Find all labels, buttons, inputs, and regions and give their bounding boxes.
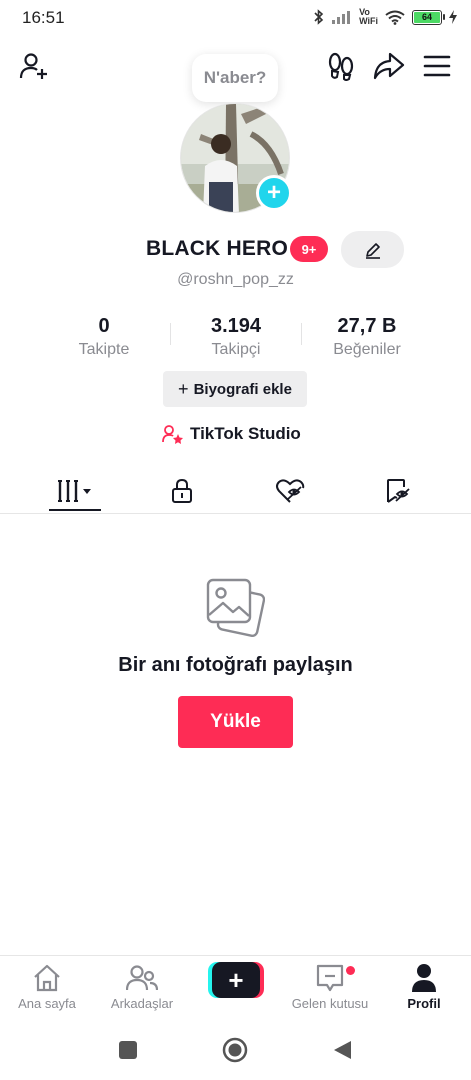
nav-label: Ana sayfa — [18, 996, 76, 1011]
add-avatar-icon[interactable]: + — [256, 175, 292, 211]
bottom-nav: Ana sayfa Arkadaşlar + Gelen kutusu Prof… — [0, 955, 471, 1017]
create-button[interactable]: + — [208, 962, 264, 998]
nav-label: Arkadaşlar — [110, 996, 174, 1011]
network-type: Vo WiFi — [359, 8, 378, 26]
status-time: 16:51 — [22, 8, 65, 27]
wifi-icon — [385, 10, 405, 25]
recents-icon[interactable] — [115, 1037, 141, 1063]
footprint-icon[interactable] — [325, 50, 357, 82]
tab-videos[interactable] — [45, 468, 105, 514]
back-icon[interactable] — [329, 1037, 355, 1063]
nav-label: Profil — [407, 996, 441, 1011]
friends-icon — [95, 962, 189, 994]
nav-inbox[interactable]: Gelen kutusu — [283, 962, 377, 1011]
battery-level: 64 — [414, 11, 440, 23]
stat-label: Takipçi — [211, 341, 261, 358]
saved-hidden-icon — [387, 479, 410, 503]
notification-badge[interactable]: 9+ — [290, 236, 328, 262]
nav-profile[interactable]: Profil — [377, 962, 471, 1011]
empty-state-title: Bir anı fotoğrafı paylaşın — [118, 654, 353, 676]
battery-icon: 64 — [412, 9, 445, 25]
system-nav-bar — [0, 1017, 471, 1080]
note-bubble[interactable]: N'aber? — [192, 54, 278, 102]
studio-icon — [162, 425, 183, 444]
stat-following[interactable]: 0 Takipte — [44, 315, 164, 359]
stat-value: 27,7 B — [337, 315, 397, 337]
plus-icon: + — [178, 378, 189, 399]
share-icon[interactable] — [373, 50, 405, 82]
videos-grid-icon — [58, 480, 91, 502]
inbox-icon — [283, 962, 377, 994]
stat-likes[interactable]: 27,7 B Beğeniler — [307, 315, 427, 359]
network-label-bottom: WiFi — [359, 16, 378, 26]
add-bio-button[interactable]: + Biyografi ekle — [163, 371, 307, 407]
pencil-icon — [365, 242, 380, 259]
display-name: BLACK HERO — [146, 237, 288, 260]
menu-icon[interactable] — [421, 50, 453, 82]
system-home-icon[interactable] — [222, 1037, 248, 1063]
nav-label: Gelen kutusu — [291, 996, 369, 1011]
tiktok-studio-link[interactable]: TikTok Studio — [162, 424, 301, 444]
upload-button[interactable]: Yükle — [178, 696, 293, 748]
charging-icon — [449, 10, 457, 24]
nav-home[interactable]: Ana sayfa — [0, 962, 94, 1011]
lock-icon — [172, 478, 192, 503]
status-bar: 16:51 Vo WiFi 64 — [0, 0, 471, 36]
profile-tabs — [0, 468, 471, 514]
tab-liked[interactable] — [260, 468, 320, 514]
stat-label: Takipte — [78, 341, 130, 358]
note-text: N'aber? — [203, 68, 267, 87]
add-friend-icon[interactable] — [18, 50, 50, 82]
stat-followers[interactable]: 3.194 Takipçi — [176, 315, 296, 359]
bluetooth-icon — [313, 9, 325, 25]
active-tab-indicator — [49, 509, 101, 511]
studio-label: TikTok Studio — [190, 424, 301, 443]
stat-value: 3.194 — [210, 315, 262, 337]
tab-private[interactable] — [152, 468, 212, 514]
signal-icon — [332, 10, 352, 24]
inbox-notification-dot — [346, 966, 355, 975]
divider — [170, 323, 171, 345]
photo-icon — [205, 577, 266, 639]
divider — [301, 323, 302, 345]
edit-profile-button[interactable] — [341, 231, 404, 268]
username: @roshn_pop_zz — [177, 271, 294, 288]
liked-hidden-icon — [276, 479, 305, 503]
home-icon — [0, 962, 94, 994]
stat-label: Beğeniler — [333, 341, 401, 358]
add-bio-label: Biyografi ekle — [193, 380, 292, 398]
nav-friends[interactable]: Arkadaşlar — [95, 962, 189, 1011]
create-icon: + — [212, 962, 260, 998]
profile-icon — [377, 962, 471, 994]
status-icons: Vo WiFi 64 — [313, 8, 457, 26]
stat-value: 0 — [98, 315, 110, 337]
tab-saved[interactable] — [368, 468, 428, 514]
